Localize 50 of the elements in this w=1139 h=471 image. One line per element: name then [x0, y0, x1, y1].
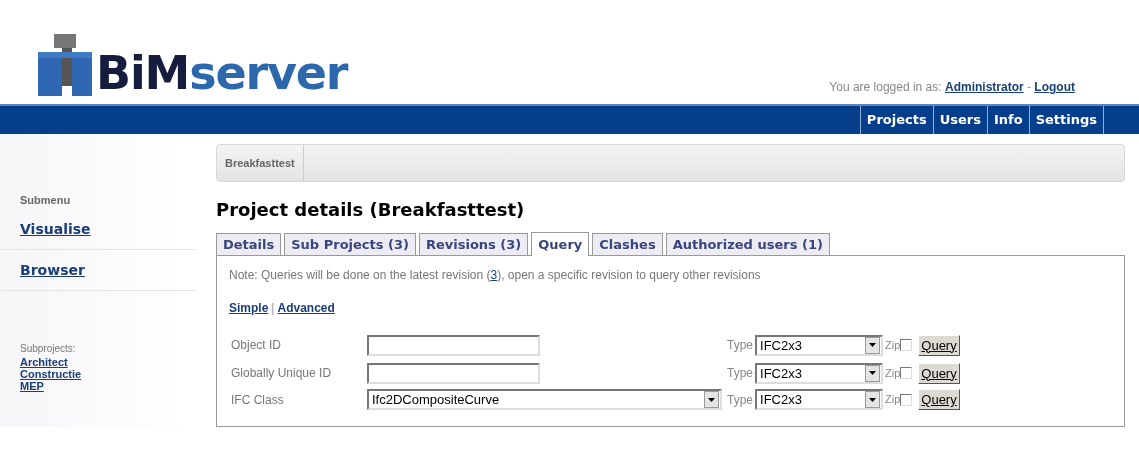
- breadcrumb-item[interactable]: Breakfasttest: [217, 145, 304, 181]
- query-button[interactable]: Query: [918, 362, 960, 384]
- note-text: Note: Queries will be done on the latest revision (3), open a specific revision to query other revisions: [229, 267, 762, 284]
- logo-icon: [36, 34, 94, 96]
- page-title: Project details (Breakfasttest): [216, 198, 526, 222]
- subproject-link[interactable]: Architect: [20, 355, 68, 368]
- login-status: You are logged in as: Administrator - Logout: [829, 79, 1075, 96]
- revision-link[interactable]: 3: [490, 268, 498, 282]
- simple-link[interactable]: Simple: [229, 299, 269, 317]
- tab[interactable]: Details: [216, 233, 282, 255]
- dropdown-field[interactable]: IFC2x3: [755, 362, 883, 384]
- tab[interactable]: Sub Projects (3): [284, 233, 416, 255]
- logout-link[interactable]: Logout: [1034, 80, 1075, 94]
- dropdown-field[interactable]: IFC2x3: [755, 389, 883, 410]
- dropdown-field[interactable]: IFC2x3: [755, 334, 883, 356]
- nav-link[interactable]: Users: [932, 106, 987, 134]
- submenu-heading: Submenu: [19, 193, 72, 208]
- advanced-link[interactable]: Advanced: [277, 299, 335, 317]
- field-label: Object ID: [231, 337, 282, 354]
- query-button[interactable]: Query: [918, 334, 960, 356]
- query-button[interactable]: Query: [918, 389, 960, 410]
- text-field[interactable]: [367, 363, 540, 384]
- type-label: Type: [727, 365, 753, 382]
- nav-link[interactable]: Projects: [859, 106, 933, 134]
- separator: |: [271, 300, 275, 317]
- dropdown-field[interactable]: Ifc2DCompositeCurve: [367, 389, 722, 410]
- zip-checkbox[interactable]: [900, 339, 913, 351]
- tab[interactable]: Clashes: [592, 233, 663, 255]
- tab[interactable]: Authorized users (1): [665, 233, 830, 255]
- field-label: IFC Class: [231, 391, 285, 409]
- type-label: Type: [727, 391, 753, 409]
- zip-checkbox[interactable]: [900, 367, 913, 379]
- zip-checkbox[interactable]: [900, 393, 913, 406]
- submenu-link[interactable]: Visualise: [20, 220, 91, 237]
- text-field[interactable]: [367, 335, 540, 356]
- user-link[interactable]: Administrator: [944, 80, 1024, 94]
- nav-link[interactable]: Settings: [1028, 106, 1104, 134]
- type-label: Type: [727, 337, 753, 354]
- logo-wordmark: BiMserver: [96, 50, 348, 96]
- subproject-link[interactable]: MEP: [20, 379, 44, 392]
- nav-link[interactable]: Info: [986, 106, 1029, 134]
- zip-label: Zip: [885, 337, 901, 353]
- submenu-link[interactable]: Browser: [20, 261, 85, 278]
- tab[interactable]: Revisions (3): [418, 233, 529, 255]
- field-label: Globally Unique ID: [231, 365, 333, 382]
- subproject-link[interactable]: Constructie: [20, 367, 82, 380]
- zip-label: Zip: [885, 365, 901, 381]
- tab[interactable]: Query: [531, 232, 590, 256]
- zip-label: Zip: [885, 392, 901, 408]
- subprojects-label: Subprojects:: [20, 341, 77, 356]
